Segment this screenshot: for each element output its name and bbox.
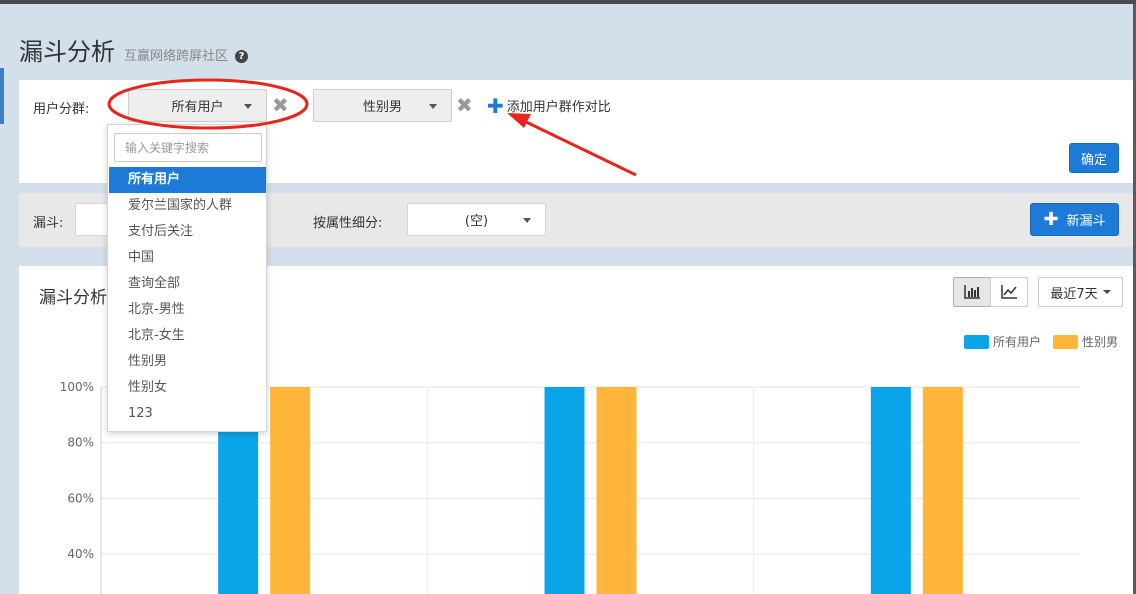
dropdown-item[interactable]: 北京-男性 (109, 297, 266, 323)
user-groups-label: 用户分群: (33, 102, 90, 117)
page-title: 漏斗分析 (19, 38, 115, 66)
plus-icon: ✚ (487, 93, 504, 118)
new-funnel-button[interactable]: ✚ 新漏斗 (1030, 203, 1119, 236)
group-select-2[interactable]: 性别男 (313, 89, 452, 122)
group-select-1[interactable]: 所有用户 (128, 89, 267, 122)
chevron-down-icon (523, 218, 531, 223)
group-dropdown-menu: 所有用户 爱尔兰国家的人群 支付后关注 中国 查询全部 北京-男性 北京-女生 … (107, 124, 267, 432)
chevron-down-icon (429, 104, 437, 109)
group-select-1-value: 所有用户 (171, 100, 224, 115)
dropdown-item[interactable]: 支付后关注 (109, 219, 266, 245)
dropdown-item[interactable]: 性别女 (109, 375, 266, 401)
remove-group-2-icon[interactable]: ✖ (456, 95, 473, 115)
new-funnel-label: 新漏斗 (1066, 214, 1106, 229)
page-subtitle: 互赢网络跨屏社区 (124, 49, 229, 64)
dropdown-item[interactable]: 北京-女生 (109, 323, 266, 349)
dropdown-item[interactable]: 爱尔兰国家的人群 (109, 193, 266, 219)
bar-all-users-2[interactable] (870, 387, 911, 594)
y-tick-label: 80% (67, 436, 94, 450)
remove-group-1-icon[interactable]: ✖ (272, 95, 289, 115)
dropdown-item[interactable]: 中国 (109, 245, 266, 271)
dropdown-search-input[interactable] (114, 133, 262, 162)
dropdown-item[interactable]: 所有用户 (109, 167, 266, 193)
add-group-compare-label: 添加用户群作对比 (506, 100, 611, 115)
confirm-button[interactable]: 确定 (1069, 143, 1119, 173)
left-edge-strip (0, 68, 4, 124)
y-tick-label: 100% (60, 380, 94, 394)
breakdown-select[interactable]: (空) (407, 203, 546, 236)
group-select-2-value: 性别男 (362, 100, 402, 115)
window-top-bar (0, 0, 1136, 4)
add-group-compare-link[interactable]: ✚ 添加用户群作对比 (487, 93, 611, 118)
page-header: 漏斗分析 互赢网络跨屏社区 ? (19, 32, 249, 67)
breakdown-select-value: (空) (464, 214, 489, 229)
bar-male-2[interactable] (922, 387, 963, 594)
breakdown-label: 按属性细分: (313, 216, 383, 231)
y-tick-label: 40% (67, 547, 94, 561)
chevron-down-icon (244, 104, 252, 109)
funnel-label: 漏斗: (33, 216, 64, 231)
dropdown-item[interactable]: 查询全部 (109, 271, 266, 297)
question-circle-icon[interactable]: ? (235, 50, 249, 63)
dropdown-item[interactable]: 性别男 (109, 349, 266, 375)
bar-male-0[interactable] (270, 387, 311, 594)
y-tick-label: 60% (67, 491, 94, 505)
dropdown-item[interactable]: 123 (109, 401, 266, 427)
bar-all-users-1[interactable] (544, 387, 585, 594)
bar-male-1[interactable] (596, 387, 637, 594)
plus-icon: ✚ (1043, 208, 1059, 230)
